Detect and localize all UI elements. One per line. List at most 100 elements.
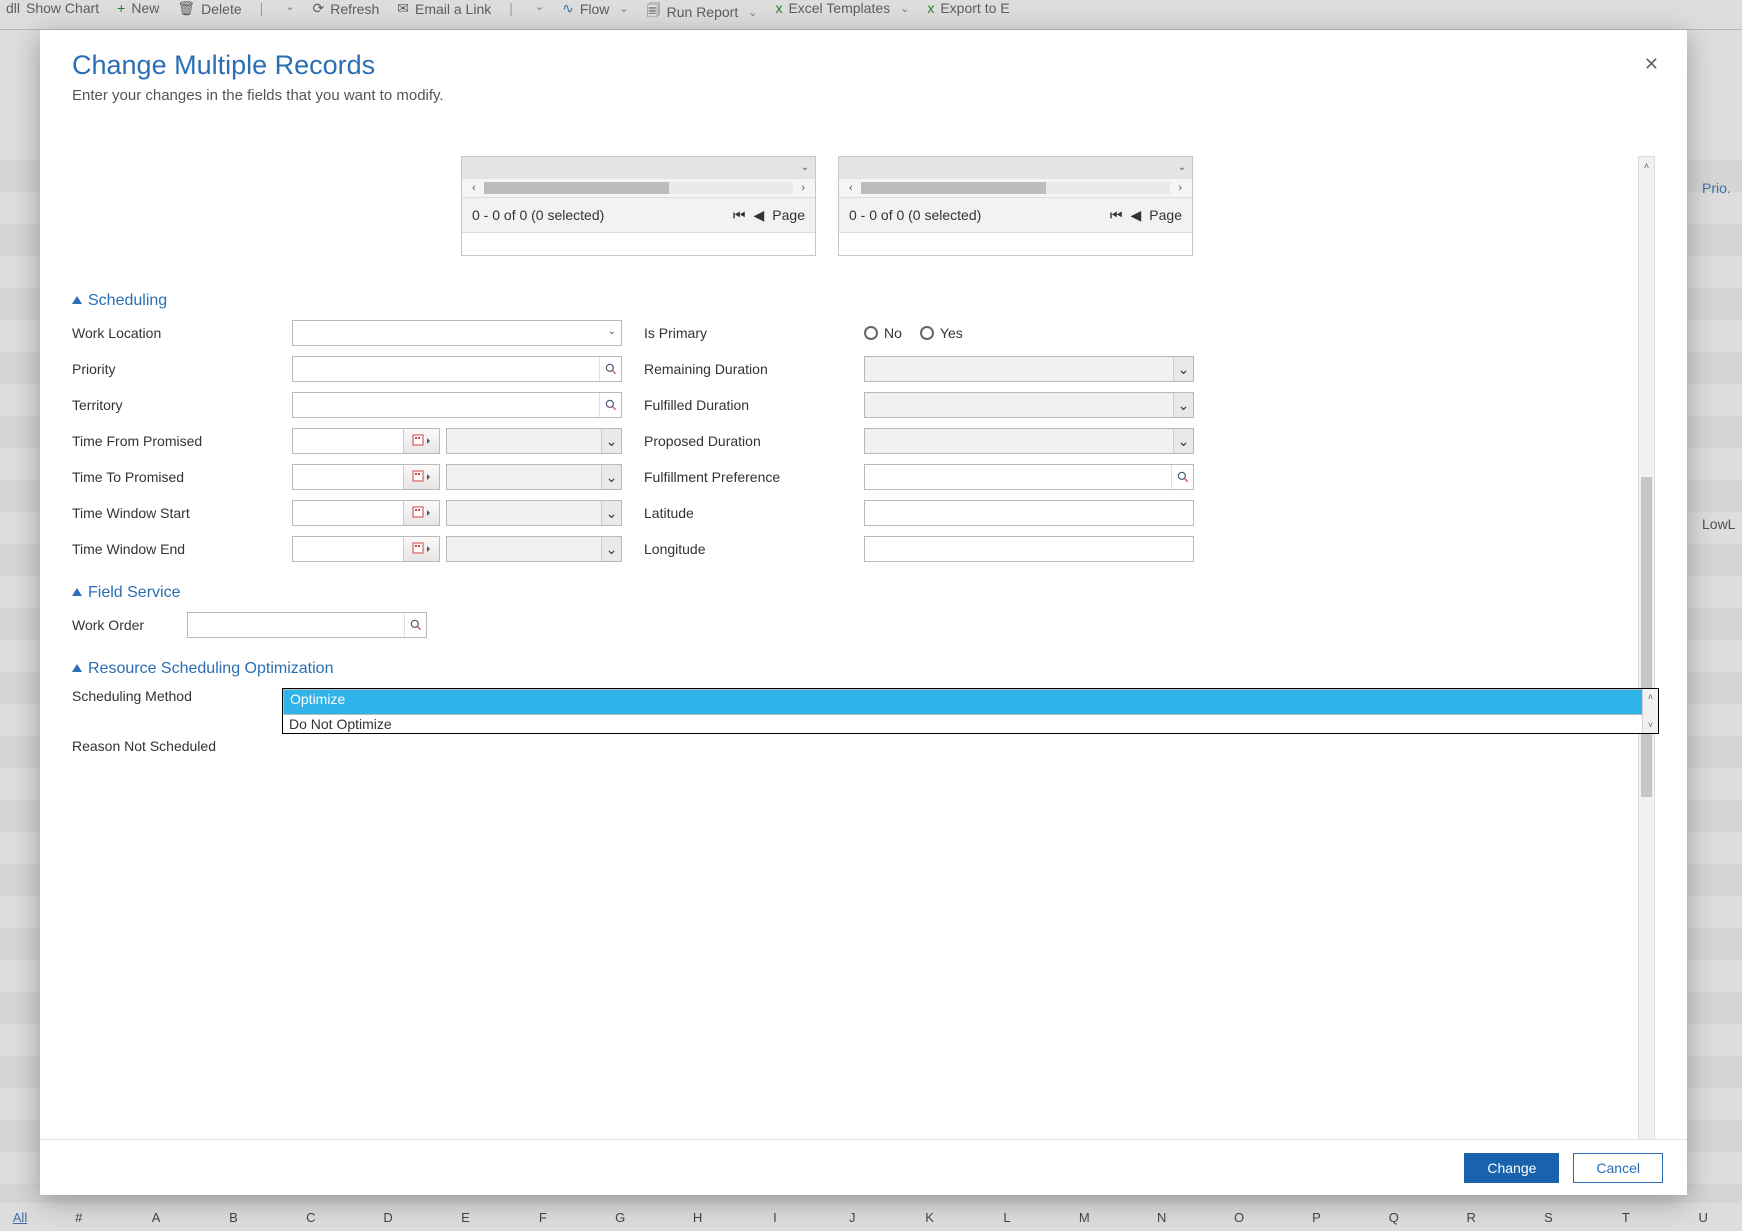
email-link-button[interactable]: ✉Email a Link [397,0,491,17]
chevron-down-icon[interactable]: ⌄ [601,429,621,453]
alpha-letter[interactable]: U [1665,1210,1742,1225]
alpha-letter[interactable]: K [891,1210,968,1225]
run-report-button[interactable]: 🗐Run Report⌄ [647,0,758,24]
alpha-letter[interactable]: F [504,1210,581,1225]
section-scheduling[interactable]: Scheduling [72,292,1659,310]
show-chart-button[interactable]: dllShow Chart [6,0,99,16]
alpha-letter[interactable]: C [272,1210,349,1225]
chevron-down-icon[interactable]: ⌄ [1173,393,1193,417]
subgrid-hscroll[interactable]: ‹ › [462,179,815,197]
dropdown-scrollbar[interactable]: ˄ ˅ [1642,689,1658,733]
first-page-icon[interactable]: ⏮ [1110,207,1123,224]
option-optimize[interactable]: Optimize [283,689,1658,715]
alpha-letter[interactable]: I [736,1210,813,1225]
longitude-input[interactable] [864,536,1194,562]
scroll-thumb[interactable] [1641,477,1652,797]
scheduling-method-dropdown-open[interactable]: Optimize Do Not Optimize ˄ ˅ [282,688,1659,734]
section-field-service[interactable]: Field Service [72,584,1659,602]
time-to-time-input[interactable] [446,464,622,490]
alpha-letter[interactable]: A [117,1210,194,1225]
excel-templates-button[interactable]: xExcel Templates⌄ [775,0,909,16]
alpha-letter[interactable]: T [1587,1210,1664,1225]
alpha-letter[interactable]: D [349,1210,426,1225]
lookup-icon[interactable] [404,613,426,637]
subgrid-hscroll[interactable]: ‹ › [839,179,1192,197]
alpha-letter[interactable]: P [1278,1210,1355,1225]
lookup-icon[interactable] [599,393,621,417]
alpha-letter[interactable]: # [40,1210,117,1225]
alpha-letter[interactable]: J [814,1210,891,1225]
close-button[interactable]: ✕ [1644,54,1659,75]
alpha-letter[interactable]: B [195,1210,272,1225]
territory-input[interactable] [292,392,622,418]
refresh-button[interactable]: ⟳Refresh [312,0,379,17]
tw-end-time-input[interactable] [446,536,622,562]
chevron-down-icon[interactable]: ⌄ [797,159,813,175]
work-order-input[interactable] [187,612,427,638]
proposed-duration-input[interactable] [864,428,1194,454]
scroll-track[interactable] [484,182,794,194]
scroll-track[interactable] [861,182,1171,194]
label-proposed-duration: Proposed Duration [644,433,864,449]
scroll-right-icon[interactable]: › [801,182,805,194]
time-from-time-input[interactable] [446,428,622,454]
alpha-letter[interactable]: M [1046,1210,1123,1225]
alpha-all[interactable]: All [0,1210,40,1225]
scroll-up-icon[interactable]: ˄ [1643,689,1658,705]
alpha-letter[interactable]: N [1123,1210,1200,1225]
priority-input[interactable] [292,356,622,382]
fulfillment-preference-input[interactable] [864,464,1194,490]
export-excel-button[interactable]: xExport to E [927,0,1009,16]
chevron-down-icon: ⌄ [900,2,909,15]
scroll-up-icon[interactable]: ˄ [1639,157,1654,174]
dialog-vscrollbar[interactable]: ˄ ˅ [1638,156,1655,1139]
alpha-letter[interactable]: H [659,1210,736,1225]
scroll-left-icon[interactable]: ‹ [472,182,476,194]
first-page-icon[interactable]: ⏮ [733,207,746,224]
calendar-icon[interactable] [403,465,439,489]
latitude-input[interactable] [864,500,1194,526]
prev-page-icon[interactable]: ◀ [1131,207,1142,224]
flow-button[interactable]: ∿Flow⌄ [562,0,629,17]
calendar-icon[interactable] [403,429,439,453]
tw-start-time-input[interactable] [446,500,622,526]
alpha-letter[interactable]: E [427,1210,504,1225]
radio-yes[interactable]: Yes [920,325,963,341]
lookup-icon[interactable] [599,357,621,381]
chevron-down-icon[interactable]: ⌄ [1173,429,1193,453]
option-do-not-optimize[interactable]: Do Not Optimize [283,715,1658,733]
alpha-letter[interactable]: S [1510,1210,1587,1225]
chevron-down-icon[interactable]: ⌄ [1174,159,1190,175]
lookup-icon[interactable] [1171,465,1193,489]
alpha-letter[interactable]: R [1432,1210,1509,1225]
subgrid-panels: ⌄ ‹ › 0 - 0 of 0 (0 selected) ⏮ ◀ Page [461,156,1659,256]
calendar-icon[interactable] [403,501,439,525]
work-location-select[interactable] [292,320,622,346]
chevron-down-icon[interactable]: ⌄ [1173,357,1193,381]
calendar-icon[interactable] [403,537,439,561]
scroll-right-icon[interactable]: › [1178,182,1182,194]
fulfilled-duration-input[interactable] [864,392,1194,418]
cancel-button[interactable]: Cancel [1573,1153,1663,1183]
excel-icon: x [927,0,934,16]
label-fulfilled-duration: Fulfilled Duration [644,397,864,413]
section-rso[interactable]: Resource Scheduling Optimization [72,660,1659,678]
remaining-duration-input[interactable] [864,356,1194,382]
radio-no[interactable]: No [864,325,902,341]
chevron-down-icon[interactable]: ⌄ [601,465,621,489]
alpha-letter[interactable]: Q [1355,1210,1432,1225]
chevron-down-icon[interactable]: ⌄ [601,501,621,525]
delete-button[interactable]: 🗑Delete [177,0,241,17]
alpha-letter[interactable]: G [582,1210,659,1225]
mail-icon: ✉ [397,0,409,17]
scroll-left-icon[interactable]: ‹ [849,182,853,194]
change-button[interactable]: Change [1464,1153,1559,1183]
scroll-down-icon[interactable]: ˅ [1643,717,1658,733]
chevron-down-icon[interactable]: ⌄ [601,537,621,561]
chevron-down-icon[interactable]: ⌄ [285,0,294,13]
prev-page-icon[interactable]: ◀ [754,207,765,224]
chevron-down-icon[interactable]: ⌄ [535,0,544,13]
alpha-letter[interactable]: L [968,1210,1045,1225]
new-button[interactable]: +New [117,0,159,16]
alpha-letter[interactable]: O [1200,1210,1277,1225]
